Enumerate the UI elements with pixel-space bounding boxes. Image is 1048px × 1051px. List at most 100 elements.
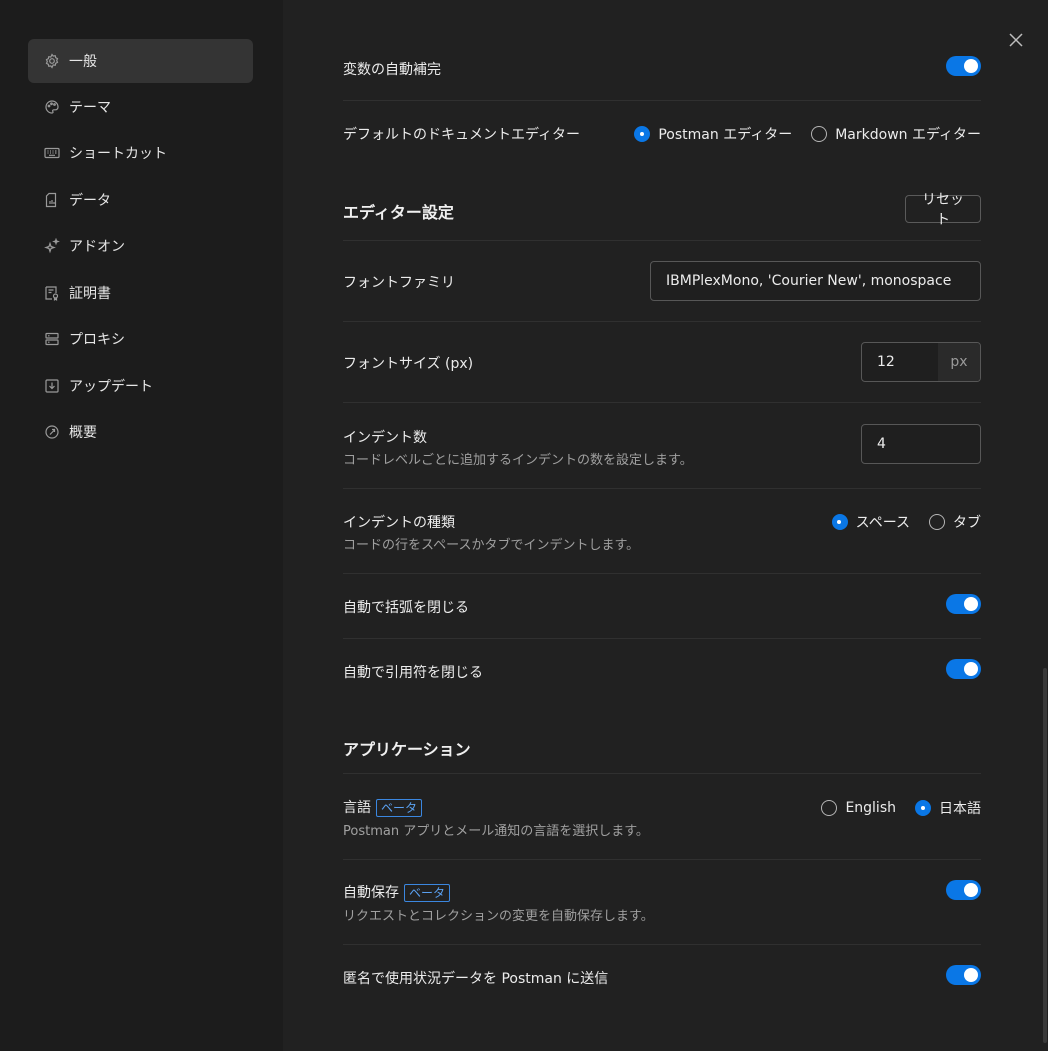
sidebar-item-label: アップデート xyxy=(69,379,153,395)
divider xyxy=(343,240,981,241)
radio-selected-icon xyxy=(634,126,651,142)
divider xyxy=(343,573,981,574)
sidebar-item-addons[interactable]: アドオン xyxy=(28,224,253,268)
send-usage-data-toggle[interactable] xyxy=(946,965,981,985)
sidebar-item-general[interactable]: 一般 xyxy=(28,39,253,83)
setting-label-wrap: 言語 ベータ xyxy=(343,797,423,817)
sidebar-item-label: テーマ xyxy=(69,100,111,116)
sidebar-item-certificates[interactable]: 証明書 xyxy=(28,271,253,315)
font-size-input[interactable]: 12 px xyxy=(861,342,981,382)
setting-label: フォントファミリ xyxy=(343,275,455,291)
setting-label: 自動で括弧を閉じる xyxy=(343,600,469,616)
radio-markdown-editor[interactable]: Markdown エディター xyxy=(811,124,981,144)
auto-close-quotes-toggle[interactable] xyxy=(946,659,981,679)
setting-label: インデント数 xyxy=(343,430,427,446)
setting-font-size: フォントサイズ (px) 12 px xyxy=(343,342,981,382)
setting-label: 自動保存 xyxy=(343,885,399,901)
setting-variable-autocomplete: 変数の自動補完 xyxy=(343,56,981,78)
radio-space[interactable]: スペース xyxy=(831,512,910,532)
radio-label: English xyxy=(845,800,896,816)
font-family-input[interactable]: IBMPlexMono, 'Courier New', monospace xyxy=(650,261,981,301)
setting-language: 言語 ベータ Postman アプリとメール通知の言語を選択します。 Englis… xyxy=(343,796,981,840)
doc-editor-radio-group: Postman エディター Markdown エディター xyxy=(634,124,981,144)
divider xyxy=(343,773,981,774)
sidebar-item-label: 証明書 xyxy=(69,286,111,302)
setting-autosave: 自動保存 ベータ リクエストとコレクションの変更を自動保存します。 xyxy=(343,880,981,924)
keyboard-icon xyxy=(44,145,60,161)
close-icon xyxy=(1008,32,1024,48)
font-size-unit: px xyxy=(938,343,980,381)
radio-selected-icon xyxy=(915,800,931,816)
sparkle-icon xyxy=(44,238,60,254)
setting-auto-close-quotes: 自動で引用符を閉じる xyxy=(343,659,981,681)
setting-label: デフォルトのドキュメントエディター xyxy=(343,127,581,143)
setting-description: リクエストとコレクションの変更を自動保存します。 xyxy=(343,909,654,924)
radio-english[interactable]: English xyxy=(821,800,896,816)
beta-badge: ベータ xyxy=(404,884,451,902)
sidebar-item-shortcuts[interactable]: ショートカット xyxy=(28,131,253,175)
gear-icon xyxy=(44,53,60,69)
close-button[interactable] xyxy=(1004,28,1028,52)
radio-label: Markdown エディター xyxy=(835,127,981,143)
indent-type-radio-group: スペース タブ xyxy=(831,512,981,532)
setting-default-doc-editor: デフォルトのドキュメントエディター Postman エディター Markdown… xyxy=(343,122,981,144)
scrollbar[interactable] xyxy=(1043,668,1047,1043)
radio-tab[interactable]: タブ xyxy=(929,512,981,532)
radio-unselected-icon xyxy=(821,800,838,816)
sidebar-item-data[interactable]: データ xyxy=(28,178,253,222)
radio-unselected-icon xyxy=(811,126,828,142)
divider xyxy=(343,859,981,860)
setting-label: 言語 xyxy=(343,800,371,816)
sidebar-item-update[interactable]: アップデート xyxy=(28,364,253,408)
radio-label: Postman エディター xyxy=(658,127,793,143)
setting-label-wrap: 自動保存 ベータ xyxy=(343,882,451,902)
application-section: アプリケーション xyxy=(343,733,981,759)
setting-description: Postman アプリとメール通知の言語を選択します。 xyxy=(343,824,649,839)
sidebar-item-label: 概要 xyxy=(69,425,97,441)
section-title: アプリケーション xyxy=(343,740,471,759)
sidebar-item-label: アドオン xyxy=(69,239,125,255)
font-size-value: 12 xyxy=(877,354,895,370)
radio-selected-icon xyxy=(831,514,848,530)
setting-indent-type: インデントの種類 コードの行をスペースかタブでインデントします。 スペース タブ xyxy=(343,510,981,554)
certificate-icon xyxy=(44,285,60,301)
editor-settings-section: エディター設定 リセット xyxy=(343,191,981,227)
settings-sidebar: 一般 テーマ ショートカット データ アドオン 証明書 プロキシ アップデート … xyxy=(0,0,283,1051)
radio-postman-editor[interactable]: Postman エディター xyxy=(634,124,792,144)
divider xyxy=(343,402,981,403)
divider xyxy=(343,488,981,489)
sidebar-item-theme[interactable]: テーマ xyxy=(28,85,253,129)
radio-label: タブ xyxy=(953,515,981,531)
beta-badge: ベータ xyxy=(376,799,423,817)
setting-description: コードレベルごとに追加するインデントの数を設定します。 xyxy=(343,453,693,468)
data-file-icon xyxy=(44,192,60,208)
variable-autocomplete-toggle[interactable] xyxy=(946,56,981,76)
sidebar-item-label: プロキシ xyxy=(69,332,125,348)
radio-label: スペース xyxy=(855,515,910,531)
radio-unselected-icon xyxy=(929,514,945,530)
radio-label: 日本語 xyxy=(939,801,981,817)
setting-description: コードの行をスペースかタブでインデントします。 xyxy=(343,538,640,553)
sidebar-item-label: ショートカット xyxy=(69,146,167,162)
section-title: エディター設定 xyxy=(343,203,454,222)
setting-label: 変数の自動補完 xyxy=(343,62,441,78)
auto-close-brackets-toggle[interactable] xyxy=(946,594,981,614)
info-circle-icon xyxy=(44,424,60,440)
radio-japanese[interactable]: 日本語 xyxy=(915,798,981,818)
palette-icon xyxy=(44,99,60,115)
sidebar-item-about[interactable]: 概要 xyxy=(28,410,253,454)
setting-label: インデントの種類 xyxy=(343,515,455,531)
sidebar-item-label: 一般 xyxy=(69,54,97,70)
sidebar-item-proxy[interactable]: プロキシ xyxy=(28,317,253,361)
divider xyxy=(343,638,981,639)
divider xyxy=(343,944,981,945)
setting-label: 自動で引用符を閉じる xyxy=(343,665,483,681)
setting-label: フォントサイズ (px) xyxy=(343,356,474,372)
setting-auto-close-brackets: 自動で括弧を閉じる xyxy=(343,594,981,616)
reset-button[interactable]: リセット xyxy=(905,191,981,227)
autosave-toggle[interactable] xyxy=(946,880,981,900)
indent-count-input[interactable]: 4 xyxy=(861,424,981,464)
setting-send-usage-data: 匿名で使用状況データを Postman に送信 xyxy=(343,965,981,987)
divider xyxy=(343,100,981,101)
language-radio-group: English 日本語 xyxy=(821,798,981,818)
